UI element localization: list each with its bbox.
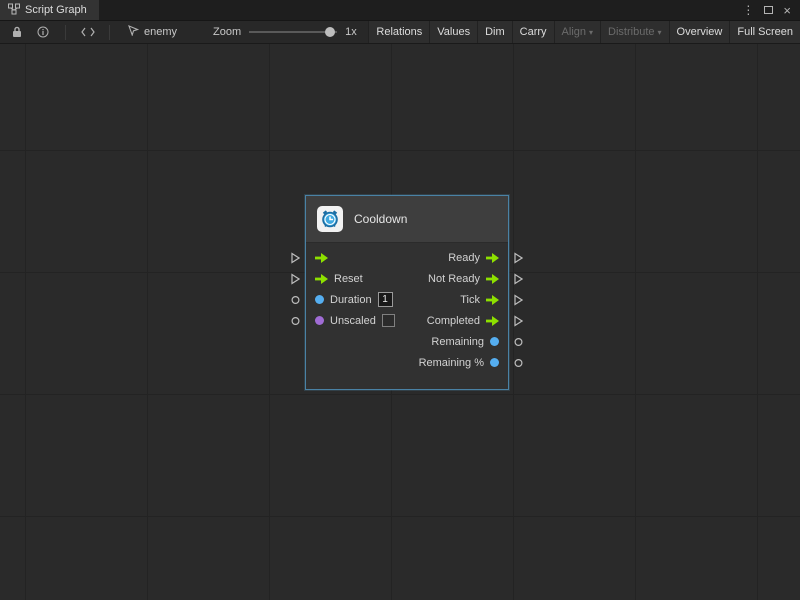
- dropdown-arrow-icon: ▾: [658, 28, 662, 37]
- output-port-label: Ready: [448, 252, 480, 264]
- toolbar-separator: [65, 25, 66, 40]
- toolbar-button-label: Distribute: [608, 26, 654, 38]
- tab-strip: Script Graph ⋮ ×: [0, 0, 800, 21]
- graph-breadcrumb[interactable]: enemy: [128, 25, 177, 39]
- value-port-connector[interactable]: [514, 358, 523, 367]
- tab-label: Script Graph: [25, 4, 87, 16]
- toolbar-button-label: Carry: [520, 26, 547, 38]
- alarm-clock-icon: [317, 206, 343, 232]
- node-port-row: Unscaled Completed: [306, 310, 508, 331]
- flow-port-connector[interactable]: [514, 315, 523, 326]
- maximize-icon[interactable]: [764, 6, 773, 14]
- toolbar-button-distribute[interactable]: Distribute ▾: [600, 21, 668, 43]
- toolbar-button-label: Overview: [677, 26, 723, 38]
- zoom-slider-knob[interactable]: [325, 27, 335, 37]
- zoom-slider-track: [249, 31, 337, 33]
- node-header[interactable]: Cooldown: [306, 196, 508, 243]
- toolbar-button-label: Relations: [376, 26, 422, 38]
- flow-port-icon[interactable]: [486, 316, 499, 326]
- toolbar-button-align[interactable]: Align▾: [554, 21, 600, 43]
- input-port-label: Reset: [334, 273, 363, 285]
- output-port-label: Not Ready: [428, 273, 480, 285]
- zoom-label: Zoom: [213, 26, 241, 38]
- code-brackets-icon[interactable]: [80, 21, 96, 43]
- node-port-row: Reset Not Ready: [306, 268, 508, 289]
- value-port-connector[interactable]: [291, 295, 300, 304]
- toolbar-button-label: Dim: [485, 26, 505, 38]
- input-port-label: Unscaled: [330, 315, 376, 327]
- flow-port-connector[interactable]: [514, 273, 523, 284]
- toolbar-button-values[interactable]: Values: [429, 21, 477, 43]
- value-port-icon[interactable]: [315, 295, 324, 304]
- tab-strip-empty: [99, 0, 743, 20]
- flow-port-icon[interactable]: [315, 274, 328, 284]
- graph-pointer-icon: [128, 25, 139, 39]
- flow-port-icon[interactable]: [486, 274, 499, 284]
- tab-script-graph[interactable]: Script Graph: [0, 0, 99, 20]
- flow-port-connector[interactable]: [514, 252, 523, 263]
- value-port-connector[interactable]: [291, 316, 300, 325]
- cooldown-node[interactable]: Cooldown Ready Reset Not Ready Duration 1 Tic…: [305, 195, 509, 390]
- toolbar-button-dim[interactable]: Dim: [477, 21, 512, 43]
- unscaled-checkbox[interactable]: [382, 314, 395, 327]
- toolbar-button-carry[interactable]: Carry: [512, 21, 554, 43]
- toolbar-buttons: RelationsValuesDimCarryAlign▾Distribute▾…: [368, 21, 800, 43]
- value-port-icon[interactable]: [315, 316, 324, 325]
- node-port-row: Ready: [306, 247, 508, 268]
- flow-port-connector[interactable]: [514, 294, 523, 305]
- value-port-icon[interactable]: [490, 358, 499, 367]
- node-body: Ready Reset Not Ready Duration 1 Tick Unscaled…: [306, 243, 508, 389]
- lock-icon[interactable]: [9, 21, 25, 43]
- zoom-value: 1x: [345, 26, 357, 38]
- flow-port-icon[interactable]: [315, 253, 328, 263]
- graph-name-label: enemy: [144, 26, 177, 38]
- script-graph-icon: [8, 3, 20, 18]
- input-port-label: Duration: [330, 294, 372, 306]
- flow-port-connector[interactable]: [291, 273, 300, 284]
- info-icon[interactable]: [35, 21, 51, 43]
- toolbar-button-overview[interactable]: Overview: [669, 21, 730, 43]
- value-port-connector[interactable]: [514, 337, 523, 346]
- toolbar-button-label: Align: [562, 26, 586, 38]
- graph-toolbar: enemy Zoom 1x Relations Values Dim Carry Ali…: [0, 21, 800, 44]
- toolbar-separator: [109, 25, 110, 40]
- flow-port-icon[interactable]: [486, 253, 499, 263]
- toolbar-button-full-screen[interactable]: Full Screen: [729, 21, 800, 43]
- flow-port-icon[interactable]: [486, 295, 499, 305]
- close-icon[interactable]: ×: [783, 4, 791, 17]
- toolbar-button-label: Values: [437, 26, 470, 38]
- dropdown-arrow-icon: ▾: [589, 28, 593, 37]
- window-menu-icon[interactable]: ⋮: [742, 4, 754, 16]
- toolbar-button-relations[interactable]: Relations: [368, 21, 429, 43]
- zoom-slider[interactable]: [249, 26, 337, 38]
- output-port-label: Tick: [460, 294, 480, 306]
- flow-port-connector[interactable]: [291, 252, 300, 263]
- output-port-label: Completed: [427, 315, 480, 327]
- value-port-icon[interactable]: [490, 337, 499, 346]
- node-title: Cooldown: [354, 212, 407, 226]
- node-port-row: Remaining %: [306, 352, 508, 373]
- toolbar-button-label: Full Screen: [737, 26, 793, 38]
- duration-input-field[interactable]: 1: [378, 292, 393, 307]
- script-graph-window: Script Graph ⋮ ×: [0, 0, 800, 600]
- output-port-label: Remaining: [431, 336, 484, 348]
- node-port-row: Remaining: [306, 331, 508, 352]
- node-port-row: Duration 1 Tick: [306, 289, 508, 310]
- output-port-label: Remaining %: [419, 357, 484, 369]
- graph-canvas[interactable]: Cooldown Ready Reset Not Ready Duration 1 Tic…: [0, 44, 800, 600]
